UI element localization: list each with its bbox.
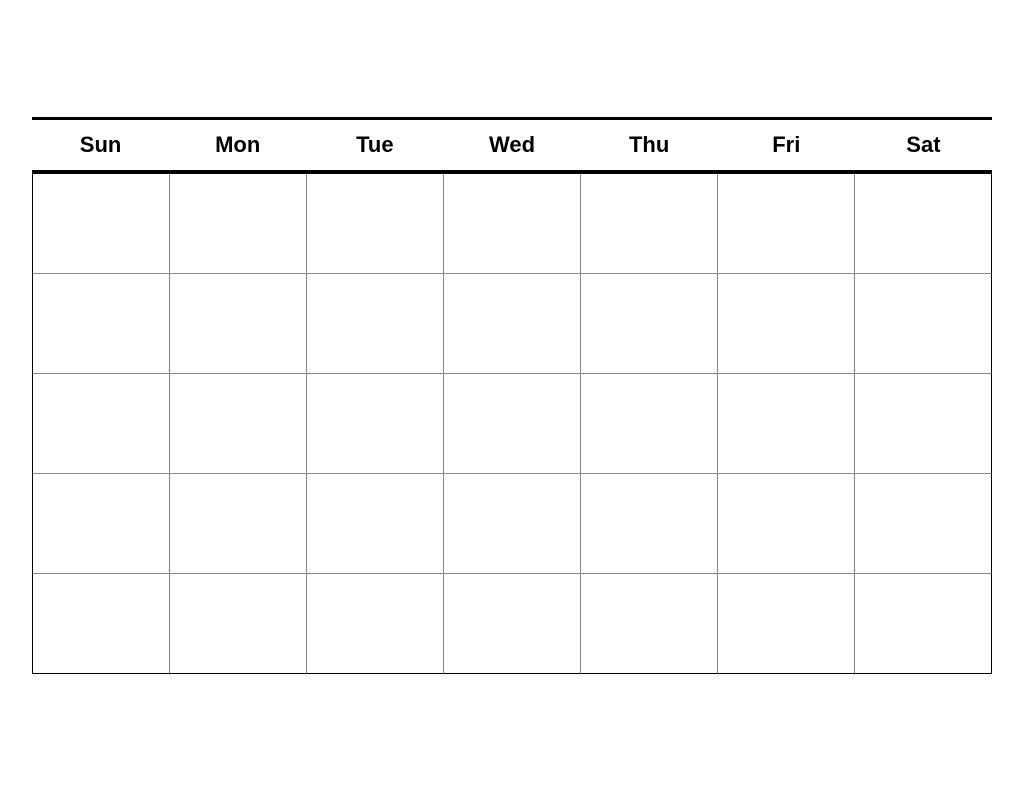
calendar-cell[interactable] [855, 474, 992, 574]
calendar-cell[interactable] [170, 174, 307, 274]
calendar-cell[interactable] [444, 174, 581, 274]
calendar-grid [32, 173, 992, 674]
calendar-cell[interactable] [444, 574, 581, 674]
calendar-cell[interactable] [307, 474, 444, 574]
calendar-cell[interactable] [33, 174, 170, 274]
calendar-cell[interactable] [581, 474, 718, 574]
calendar-cell[interactable] [718, 574, 855, 674]
day-header-thu: Thu [581, 120, 718, 170]
day-header-sun: Sun [32, 120, 169, 170]
calendar-header: Sun Mon Tue Wed Thu Fri Sat [32, 117, 992, 173]
calendar-container: Sun Mon Tue Wed Thu Fri Sat [32, 117, 992, 674]
calendar-cell[interactable] [718, 474, 855, 574]
calendar-cell[interactable] [855, 374, 992, 474]
calendar-cell[interactable] [307, 274, 444, 374]
calendar-cell[interactable] [581, 574, 718, 674]
calendar-cell[interactable] [718, 274, 855, 374]
calendar-cell[interactable] [307, 374, 444, 474]
day-header-mon: Mon [169, 120, 306, 170]
day-header-tue: Tue [306, 120, 443, 170]
calendar-cell[interactable] [307, 574, 444, 674]
calendar-cell[interactable] [718, 174, 855, 274]
calendar-cell[interactable] [170, 274, 307, 374]
day-header-sat: Sat [855, 120, 992, 170]
day-header-wed: Wed [443, 120, 580, 170]
calendar-cell[interactable] [444, 474, 581, 574]
calendar-cell[interactable] [307, 174, 444, 274]
calendar-cell[interactable] [170, 474, 307, 574]
calendar-cell[interactable] [444, 374, 581, 474]
calendar-cell[interactable] [581, 274, 718, 374]
calendar-cell[interactable] [718, 374, 855, 474]
calendar-cell[interactable] [444, 274, 581, 374]
calendar-cell[interactable] [855, 574, 992, 674]
calendar-cell[interactable] [33, 374, 170, 474]
calendar-cell[interactable] [33, 574, 170, 674]
calendar-cell[interactable] [170, 374, 307, 474]
calendar-cell[interactable] [581, 374, 718, 474]
calendar-cell[interactable] [170, 574, 307, 674]
calendar-cell[interactable] [581, 174, 718, 274]
calendar-cell[interactable] [855, 274, 992, 374]
calendar-cell[interactable] [33, 274, 170, 374]
calendar-cell[interactable] [855, 174, 992, 274]
calendar-cell[interactable] [33, 474, 170, 574]
day-header-fri: Fri [718, 120, 855, 170]
